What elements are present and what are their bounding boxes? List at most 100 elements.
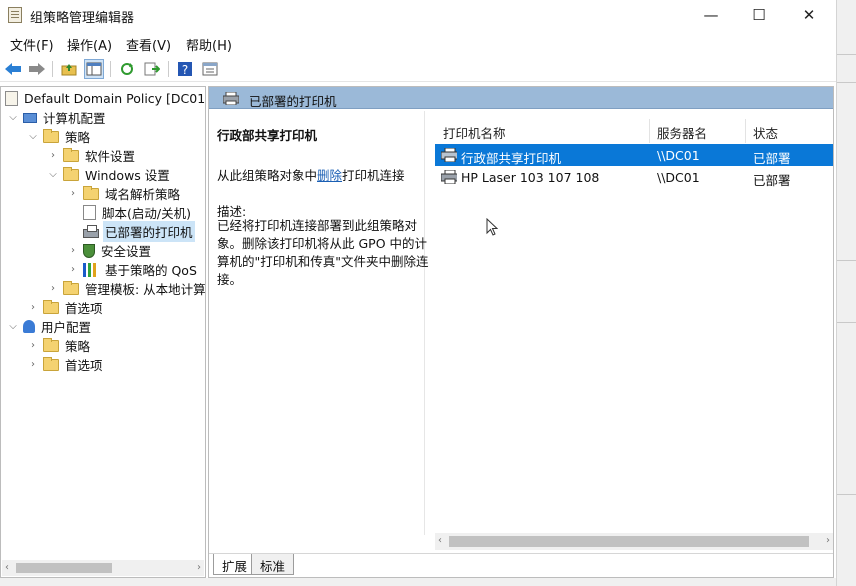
tree-item-user-config[interactable]: ⌵ 用户配置 [7, 317, 93, 336]
tree-item-policies[interactable]: ⌵ 策略 [27, 127, 92, 146]
tree-item-label: 脚本(启动/关机) [102, 206, 191, 221]
scroll-thumb[interactable] [16, 563, 112, 573]
tree-item-label: 首选项 [65, 301, 103, 316]
tree-item-label: 用户配置 [41, 320, 92, 335]
column-header-server[interactable]: 服务器名 [657, 123, 707, 142]
toolbar: ? [0, 56, 836, 82]
window-title: 组策略管理编辑器 [30, 11, 135, 26]
security-icon [83, 243, 95, 258]
tree-item-deployed-printers[interactable]: 已部署的打印机 [67, 221, 195, 242]
status: 已部署 [753, 151, 791, 166]
tree-item-user-policies[interactable]: › 策略 [27, 336, 92, 355]
app-icon [8, 7, 22, 23]
folder-icon [43, 300, 59, 314]
action-suffix: 打印机连接 [342, 168, 405, 183]
up-folder-icon[interactable] [59, 59, 79, 79]
tree-item-label: Windows 设置 [85, 168, 170, 183]
menu-help[interactable]: 帮助(H) [186, 35, 232, 54]
tree-item-label: 基于策略的 QoS [105, 263, 197, 278]
expand-icon[interactable]: › [27, 359, 39, 370]
menu-file[interactable]: 文件(F) [10, 35, 54, 54]
export-list-icon[interactable] [142, 59, 162, 79]
tree-pane: Default Domain Policy [DC01.1 ⌵ 计算机配置 ⌵ … [0, 86, 206, 578]
expand-icon[interactable]: › [67, 245, 79, 256]
tree-item-computer-config[interactable]: ⌵ 计算机配置 [7, 108, 108, 127]
action-text: 从此组策略对象中删除打印机连接 [217, 165, 405, 184]
folder-icon [43, 357, 59, 371]
tree-item-software-settings[interactable]: › 软件设置 [47, 146, 137, 165]
tree-item-label: 首选项 [65, 358, 103, 373]
menu-action[interactable]: 操作(A) [67, 35, 112, 54]
expand-icon[interactable]: › [67, 264, 79, 275]
tree-item-scripts[interactable]: 脚本(启动/关机) [67, 203, 193, 222]
scroll-right-icon[interactable]: › [197, 562, 201, 573]
pane-header-title: 已部署的打印机 [249, 94, 337, 109]
list-horizontal-scrollbar[interactable]: ‹ › [435, 533, 833, 550]
expand-icon[interactable]: › [47, 283, 59, 294]
folder-icon [63, 148, 79, 162]
printer-icon [223, 92, 239, 105]
back-icon[interactable] [3, 59, 23, 79]
printer-icon [83, 224, 99, 238]
folder-icon [63, 281, 79, 295]
tree-item-windows-settings[interactable]: ⌵ Windows 设置 [47, 165, 172, 184]
tree-item-label: 已部署的打印机 [103, 221, 195, 242]
tree-item-security-settings[interactable]: › 安全设置 [67, 241, 153, 260]
scroll-right-icon[interactable]: › [826, 535, 830, 546]
scroll-left-icon[interactable]: ‹ [438, 535, 442, 546]
script-icon [83, 205, 96, 220]
maximize-button[interactable]: ☐ [736, 0, 782, 30]
svg-text:?: ? [182, 63, 188, 77]
expand-icon[interactable]: › [67, 188, 79, 199]
printer-icon [441, 148, 457, 162]
forward-icon[interactable] [27, 59, 47, 79]
mouse-cursor-icon [486, 218, 498, 236]
computer-icon [23, 112, 37, 123]
minimize-button[interactable]: — [688, 0, 734, 30]
column-header-printer-name[interactable]: 打印机名称 [443, 123, 506, 142]
printer-icon [441, 170, 457, 184]
tab-extended[interactable]: 扩展 [213, 554, 257, 575]
collapse-icon[interactable]: ⌵ [27, 131, 39, 142]
help-icon[interactable]: ? [175, 59, 195, 79]
expand-icon[interactable]: › [47, 150, 59, 161]
tree-item-label: 计算机配置 [43, 111, 106, 126]
tree-item-qos[interactable]: › 基于策略的 QoS [67, 260, 199, 279]
details-pane: 已部署的打印机 行政部共享打印机 从此组策略对象中删除打印机连接 描述: 已经将… [208, 86, 834, 578]
printer-list: 打印机名称 服务器名 状态 行政部共享打印机 \\DC01 已部署 HP Las… [435, 111, 833, 533]
close-button[interactable]: ✕ [786, 0, 832, 30]
tree-horizontal-scrollbar[interactable]: ‹ › [2, 560, 204, 576]
list-row[interactable]: 行政部共享打印机 \\DC01 已部署 [435, 144, 833, 166]
tree-item-admin-templates[interactable]: › 管理模板: 从本地计算 [47, 279, 205, 298]
column-header-status[interactable]: 状态 [753, 123, 778, 142]
list-row[interactable]: HP Laser 103 107 108 \\DC01 已部署 [435, 166, 833, 188]
collapse-icon[interactable]: ⌵ [7, 321, 19, 332]
collapse-icon[interactable]: ⌵ [47, 169, 59, 180]
tree-root[interactable]: Default Domain Policy [DC01.1 [5, 89, 205, 108]
refresh-icon[interactable] [117, 59, 137, 79]
window-bottom-edge [0, 578, 836, 586]
tree-item-name-resolution[interactable]: › 域名解析策略 [67, 184, 182, 203]
tree-item-label: 软件设置 [85, 149, 136, 164]
selected-item-title: 行政部共享打印机 [217, 128, 318, 143]
tab-standard[interactable]: 标准 [251, 554, 295, 575]
tree-item-label: 策略 [65, 339, 91, 354]
expand-icon[interactable]: › [27, 302, 39, 313]
scroll-thumb[interactable] [449, 536, 809, 547]
tree-item-user-preferences[interactable]: › 首选项 [27, 355, 105, 374]
description-body: 已经将打印机连接部署到此组策略对象。删除该打印机将从此 GPO 中的计算机的"打… [217, 218, 429, 287]
folder-icon [63, 167, 79, 181]
printer-name: 行政部共享打印机 [461, 151, 562, 166]
menu-view[interactable]: 查看(V) [126, 35, 171, 54]
folder-icon [83, 186, 99, 200]
scroll-left-icon[interactable]: ‹ [5, 562, 9, 573]
server-name: \\DC01 [657, 148, 700, 163]
pane-header: 已部署的打印机 [209, 87, 833, 109]
expand-icon[interactable]: › [27, 340, 39, 351]
properties-icon[interactable] [200, 59, 220, 79]
show-hide-tree-icon[interactable] [84, 59, 104, 79]
collapse-icon[interactable]: ⌵ [7, 112, 19, 123]
extended-description: 行政部共享打印机 从此组策略对象中删除打印机连接 描述: 已经将打印机连接部署到… [211, 111, 429, 535]
delete-link[interactable]: 删除 [317, 168, 342, 183]
tree-item-preferences[interactable]: › 首选项 [27, 298, 105, 317]
